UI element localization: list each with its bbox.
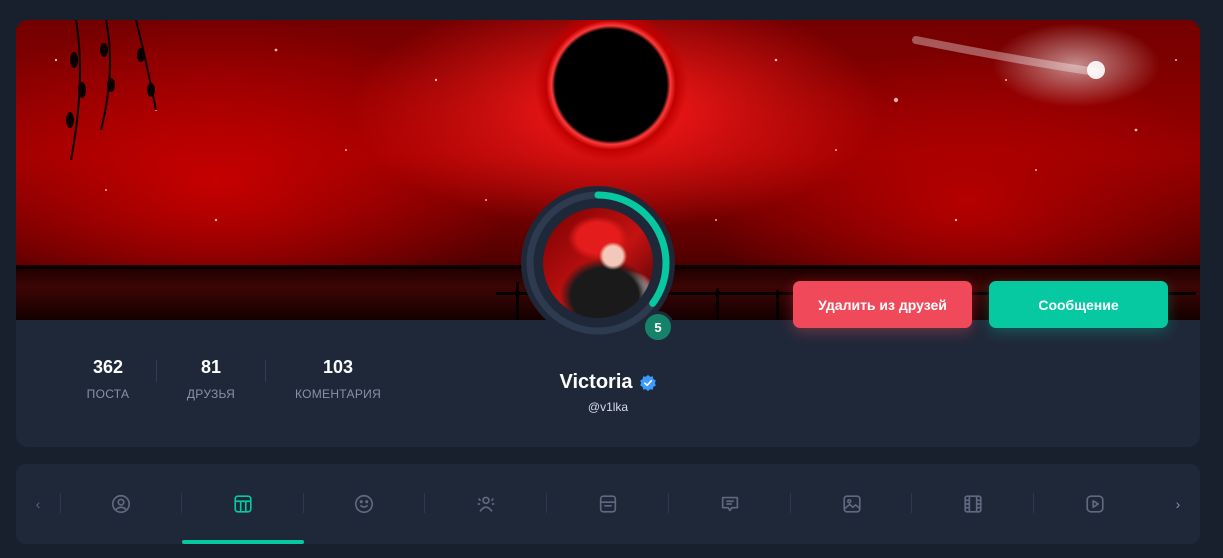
active-tab-indicator — [181, 540, 304, 544]
tab-wall[interactable] — [181, 464, 304, 544]
chevron-left-icon: ‹ — [35, 496, 41, 512]
stat-value: 103 — [322, 357, 354, 377]
display-name: Victoria — [559, 371, 633, 393]
tab-photos[interactable] — [791, 464, 913, 544]
stat-label: ДРУЗЬЯ — [186, 387, 236, 401]
verified-badge-icon — [639, 374, 656, 391]
profile-stats: 362 ПОСТА 81 ДРУЗЬЯ 103 КОМЕНТАРИЯ — [60, 354, 410, 404]
stat-comments[interactable]: 103 КОМЕНТАРИЯ — [266, 354, 410, 404]
card-icon — [599, 495, 617, 513]
comment-icon — [721, 496, 738, 512]
friends-icon — [477, 496, 495, 512]
layout-icon — [234, 495, 252, 513]
profile-tabs — [60, 464, 1156, 544]
stat-friends[interactable]: 81 ДРУЗЬЯ — [157, 354, 265, 404]
user-circle-icon — [111, 494, 130, 514]
chevron-right-icon: › — [1175, 496, 1181, 512]
message-button[interactable]: Сообщение — [989, 281, 1168, 328]
level-badge: 5 — [642, 311, 674, 343]
remove-friend-button[interactable]: Удалить из друзей — [793, 281, 972, 328]
tab-reactions[interactable] — [304, 464, 426, 544]
tab-cards[interactable] — [547, 464, 669, 544]
stat-value: 362 — [92, 357, 124, 377]
film-icon — [964, 495, 982, 513]
video-play-icon — [1086, 495, 1104, 513]
tab-films[interactable] — [912, 464, 1035, 544]
tab-profile[interactable] — [60, 464, 182, 544]
stat-value: 81 — [200, 357, 222, 377]
tab-friends[interactable] — [425, 464, 547, 544]
stat-label: КОМЕНТАРИЯ — [294, 387, 382, 401]
profile-tabs-bar: ‹ › — [16, 464, 1200, 544]
tab-comments[interactable] — [669, 464, 791, 544]
image-icon — [842, 495, 861, 513]
username: @v1lka — [587, 400, 629, 414]
smiley-icon — [355, 494, 374, 514]
tabs-scroll-right-button[interactable]: › — [1156, 464, 1200, 544]
stat-label: ПОСТА — [86, 387, 130, 401]
tabs-scroll-left-button[interactable]: ‹ — [16, 464, 60, 544]
profile-name-block: Victoria @v1lka — [520, 371, 696, 414]
avatar-photo — [540, 205, 656, 321]
stat-posts[interactable]: 362 ПОСТА — [60, 354, 156, 404]
tab-videos[interactable] — [1034, 464, 1156, 544]
